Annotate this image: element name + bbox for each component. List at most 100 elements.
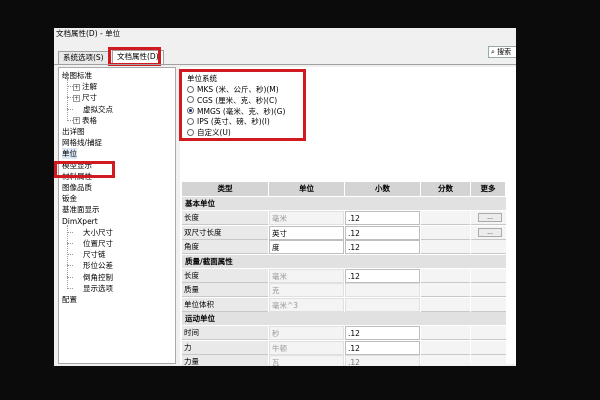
unit-select: 毫米 xyxy=(269,211,344,225)
decimal-select: .12 xyxy=(345,355,420,366)
more-button[interactable]: ... xyxy=(478,213,502,222)
expand-icon[interactable]: + xyxy=(73,83,80,91)
tree-item[interactable]: 单位 xyxy=(62,148,77,160)
decimal-select[interactable]: .12 xyxy=(345,326,420,340)
type-cell: 质量 xyxy=(182,283,268,297)
type-cell: 角度 xyxy=(182,240,268,254)
unit-select[interactable]: 度 xyxy=(269,240,344,254)
tree-guide-line xyxy=(67,97,73,99)
tab-label: 系统选项(S) xyxy=(63,53,104,62)
decimal-select[interactable]: .12 xyxy=(345,340,420,355)
decimal-select[interactable]: .12 xyxy=(345,240,420,254)
unit-select: 克 xyxy=(269,283,344,297)
expand-icon[interactable]: + xyxy=(73,94,80,102)
tree-item[interactable]: + 表格 xyxy=(73,115,97,126)
header-fraction: 分数 xyxy=(421,182,471,196)
type-cell: 长度 xyxy=(182,268,268,283)
search-icon: ⌕ xyxy=(491,48,495,56)
tree-item[interactable]: 尺寸链 xyxy=(83,249,106,260)
tree-item[interactable]: 网格线/捕捉 xyxy=(62,137,102,148)
fraction-cell xyxy=(421,211,470,225)
tree-guide-line xyxy=(67,231,73,233)
fraction-cell xyxy=(421,225,470,240)
table-section-header: 运动单位 xyxy=(182,312,506,325)
tree-item[interactable]: 钣金 xyxy=(62,193,77,204)
tree-item[interactable]: 形位公差 xyxy=(83,260,113,271)
decimal-select[interactable]: .12 xyxy=(345,211,420,225)
tree-item-label: 大小尺寸 xyxy=(83,227,113,237)
decimal-select[interactable]: .12 xyxy=(345,225,420,240)
more-cell xyxy=(471,326,506,340)
tree-item-label: 倒角控制 xyxy=(83,272,113,282)
fraction-cell xyxy=(421,297,470,312)
tree-guide-line xyxy=(67,254,73,256)
tree-item-label: 形位公差 xyxy=(83,261,113,271)
decimal-select[interactable]: .12 xyxy=(345,268,420,283)
unit-select: 毫米 xyxy=(269,268,344,283)
tree-item-label: 显示选项 xyxy=(83,283,113,293)
search-label: 搜索 xyxy=(497,48,512,56)
unit-select: 毫米^3 xyxy=(269,297,344,312)
document-properties-dialog: 文档属性(D) - 单位 ⌕ 搜索 系统选项(S) 文档属性(D) 绘图标准 + 注… xyxy=(54,28,516,366)
type-cell: 双尺寸长度 xyxy=(182,225,268,240)
expand-icon[interactable]: + xyxy=(73,117,80,125)
table-row: 长度 毫米 .12 xyxy=(182,268,506,283)
tree-item[interactable]: + 注解 xyxy=(73,81,97,92)
tree-item[interactable]: 显示选项 xyxy=(83,283,113,294)
table-section-header: 质量/截面属性 xyxy=(182,254,506,268)
type-cell: 单位体积 xyxy=(182,297,268,312)
tree-guide-line xyxy=(67,265,73,267)
tree-item-label: 网格线/捕捉 xyxy=(62,138,103,148)
table-row: 双尺寸长度 英寸 .12... xyxy=(182,225,506,240)
tree-guide-line xyxy=(67,119,73,121)
header-type: 类型 xyxy=(182,182,269,196)
tree-item[interactable]: 倒角控制 xyxy=(83,272,113,283)
tree-item[interactable]: 出详图 xyxy=(62,126,85,137)
table-row: 力牛顿 .12 xyxy=(182,340,506,355)
table-row: 力量瓦 .12 xyxy=(182,355,506,366)
header-more: 更多 xyxy=(471,182,506,196)
more-cell xyxy=(471,297,506,312)
tree-guide-line xyxy=(67,287,73,289)
tree-item[interactable]: 图像品质 xyxy=(62,182,92,193)
fraction-cell xyxy=(421,355,470,366)
tree-guide-line xyxy=(67,243,73,244)
tree-item-label: 出详图 xyxy=(62,127,85,136)
tree-item[interactable]: 虚拟交点 xyxy=(83,104,113,115)
decimal-select xyxy=(345,283,420,297)
table-row: 质量克 xyxy=(182,283,506,297)
tree-item[interactable]: 位置尺寸 xyxy=(83,238,113,249)
search-input[interactable]: ⌕ 搜索 xyxy=(488,46,516,58)
fraction-cell xyxy=(421,326,470,340)
tree-item-label: 尺寸链 xyxy=(83,250,106,260)
tab-system-options[interactable]: 系统选项(S) xyxy=(58,51,109,64)
properties-tree: 绘图标准 + 注解 + 尺寸 虚拟交点 + 表格 出详图 网格线/捕捉 单位 模型显示 材料属性 图像品质… xyxy=(58,67,176,364)
highlight-unit-system-box xyxy=(179,69,306,141)
units-table: 类型 单位 小数 分数 更多 基本单位 长度 毫米 .12... 双尺寸长度 英寸 .12.… xyxy=(180,182,506,366)
tree-item[interactable]: 大小尺寸 xyxy=(83,227,113,238)
table-row: 时间秒 .12 xyxy=(182,326,506,340)
tree-item-label: 注解 xyxy=(82,82,97,92)
more-button[interactable]: ... xyxy=(478,227,502,237)
tree-item[interactable]: 配置 xyxy=(62,294,77,305)
tree-item-label: 位置尺寸 xyxy=(83,239,113,248)
tree-item[interactable]: + 尺寸 xyxy=(73,92,97,103)
unit-select: 瓦 xyxy=(269,355,344,366)
fraction-cell xyxy=(421,240,470,254)
table-row: 长度 毫米 .12... xyxy=(182,211,506,225)
unit-select[interactable]: 英寸 xyxy=(269,225,344,240)
table-row: 单位体积 毫米^3 xyxy=(182,297,506,312)
fraction-cell xyxy=(421,268,470,283)
fraction-cell xyxy=(421,340,470,355)
tree-item[interactable]: 基准面显示 xyxy=(62,204,100,215)
more-cell xyxy=(471,355,506,366)
more-cell xyxy=(471,283,506,297)
tree-item-label: 尺寸 xyxy=(82,93,97,103)
header-decimal: 小数 xyxy=(345,182,421,196)
tab-divider xyxy=(54,64,516,65)
type-cell: 力量 xyxy=(182,355,268,366)
fraction-cell xyxy=(421,283,470,297)
table-row: 角度度 .12 xyxy=(182,240,506,254)
type-cell: 时间 xyxy=(182,326,268,340)
more-cell xyxy=(471,340,506,355)
